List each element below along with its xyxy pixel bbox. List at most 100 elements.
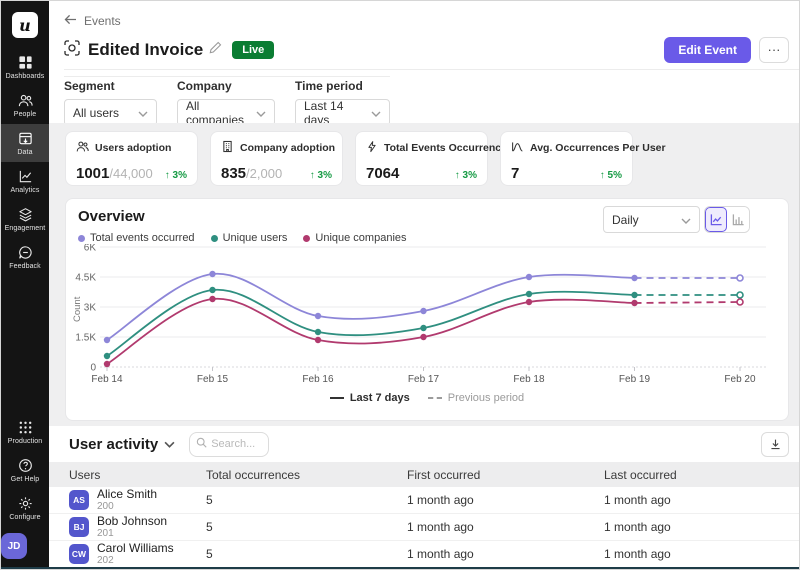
stat-card-label: Total Events Occurrence	[384, 142, 507, 154]
avatar: BJ	[69, 517, 89, 537]
user-name[interactable]: Bob Johnson	[97, 515, 167, 529]
header-divider	[64, 69, 800, 70]
breadcrumb-label[interactable]: Events	[84, 14, 121, 28]
company-filter-label: Company	[177, 79, 275, 93]
period-select[interactable]: Daily	[603, 206, 700, 233]
sidebar-item-label: Get Help	[11, 476, 39, 483]
chevron-down-icon	[246, 106, 266, 120]
breadcrumb[interactable]: Events	[64, 14, 121, 28]
download-button[interactable]	[761, 432, 789, 457]
dots-grid-icon	[18, 420, 33, 435]
stat-card-total: /2,000	[246, 166, 282, 181]
sidebar-item-label: Dashboards	[6, 73, 45, 80]
event-icon	[64, 40, 80, 61]
stat-card-label: Avg. Occurrences Per User	[530, 142, 666, 154]
chevron-down-icon	[128, 106, 148, 120]
stat-card-change: ↑ 3%	[310, 170, 332, 181]
legend-dot	[211, 235, 218, 242]
stat-card-company-adoption: Company adoption 835 /2,000 ↑ 3%	[210, 131, 343, 186]
stat-cards-row: Users adoption 1001 /44,000 ↑ 3% Company…	[65, 131, 633, 186]
column-header-first-occurred[interactable]: First occurred	[407, 468, 604, 482]
app-logo[interactable]: u	[12, 12, 38, 38]
layers-icon	[18, 207, 33, 222]
page-title: Edited Invoice	[88, 40, 203, 60]
svg-text:3K: 3K	[84, 303, 97, 314]
stat-card-value: 1001	[76, 165, 109, 182]
first-occurred-cell: 1 month ago	[407, 547, 604, 561]
legend-last-7-days: Last 7 days	[330, 392, 410, 404]
sidebar-item-analytics[interactable]: Analytics	[1, 162, 49, 200]
sidebar-item-data[interactable]: Data	[1, 124, 49, 162]
user-id: 202	[97, 555, 174, 566]
chart-legend: Total events occurred Unique users Uniqu…	[78, 232, 407, 244]
period-legend: Last 7 days Previous period	[66, 392, 788, 404]
line-chart-icon	[18, 169, 33, 184]
main-content: Users adoption 1001 /44,000 ↑ 3% Company…	[49, 123, 800, 567]
sidebar-item-configure[interactable]: Configure	[1, 489, 49, 527]
line-chart: 01.5K3K4.5K6KFeb 14Feb 15Feb 16Feb 17Feb…	[72, 244, 784, 399]
sidebar-item-label: Engagement	[5, 225, 46, 232]
table-row[interactable]: CW Carol Williams 202 5 1 month ago 1 mo…	[49, 541, 800, 567]
search-box[interactable]	[189, 432, 269, 457]
sidebar-item-label: Production	[8, 438, 42, 445]
svg-text:1.5K: 1.5K	[75, 333, 96, 344]
svg-text:Count: Count	[72, 296, 83, 322]
solid-line-swatch	[330, 397, 344, 399]
user-activity-title[interactable]: User activity	[69, 436, 175, 453]
table-row[interactable]: AS Alice Smith 200 5 1 month ago 1 month…	[49, 487, 800, 514]
first-occurred-cell: 1 month ago	[407, 520, 604, 534]
line-chart-toggle-button[interactable]	[705, 207, 727, 232]
segment-filter-label: Segment	[64, 79, 157, 93]
company-select[interactable]: All companies	[177, 99, 275, 126]
user-activity-header: User activity	[49, 426, 800, 462]
stat-card-value: 7064	[366, 165, 399, 182]
sidebar-item-feedback[interactable]: Feedback	[1, 238, 49, 276]
sidebar-item-people[interactable]: People	[1, 86, 49, 124]
user-id: 200	[97, 501, 157, 512]
sidebar-item-label: Analytics	[11, 187, 40, 194]
filters-bar: Segment All users Company All companies …	[64, 76, 390, 126]
segment-select[interactable]: All users	[64, 99, 157, 126]
svg-text:6K: 6K	[84, 244, 97, 254]
back-arrow-icon[interactable]	[64, 14, 77, 28]
search-input[interactable]	[211, 438, 263, 450]
edit-pencil-icon[interactable]	[209, 41, 222, 59]
stat-card-value: 7	[511, 165, 519, 182]
sidebar-item-get-help[interactable]: Get Help	[1, 451, 49, 489]
legend-item-unique-users: Unique users	[211, 232, 288, 244]
sidebar-item-engagement[interactable]: Engagement	[1, 200, 49, 238]
sidebar-item-production[interactable]: Production	[1, 413, 49, 451]
stat-card-total: /44,000	[109, 166, 152, 181]
column-header-users[interactable]: Users	[69, 468, 206, 482]
sidebar-item-dashboards[interactable]: Dashboards	[1, 48, 49, 86]
more-options-button[interactable]: ···	[759, 37, 789, 63]
last-occurred-cell: 1 month ago	[604, 520, 800, 534]
svg-text:Feb 14: Feb 14	[91, 374, 123, 385]
table-row[interactable]: BJ Bob Johnson 201 5 1 month ago 1 month…	[49, 514, 800, 541]
edit-event-button[interactable]: Edit Event	[664, 37, 751, 63]
chart-type-toggle	[704, 206, 750, 233]
column-header-last-occurred[interactable]: Last occurred	[604, 468, 800, 482]
last-occurred-cell: 1 month ago	[604, 547, 800, 561]
user-activity-section: User activity Users Total occurrences Fi…	[49, 426, 800, 567]
time-period-select[interactable]: Last 14 days	[295, 99, 390, 126]
bar-chart-toggle-button[interactable]	[727, 207, 749, 232]
user-avatar[interactable]: JD	[1, 533, 27, 559]
status-badge: Live	[232, 41, 274, 59]
people-icon	[18, 93, 33, 108]
overview-card: Overview Total events occurred Unique us…	[65, 198, 789, 421]
table-header: Users Total occurrences First occurred L…	[49, 462, 800, 487]
legend-dot	[78, 235, 85, 242]
svg-text:Feb 15: Feb 15	[197, 374, 229, 385]
legend-previous-period: Previous period	[428, 392, 524, 404]
user-name[interactable]: Alice Smith	[97, 488, 157, 502]
lightning-bolt-icon	[366, 140, 378, 156]
user-id: 201	[97, 528, 167, 539]
stat-card-change: ↑ 3%	[165, 170, 187, 181]
avatar: CW	[69, 544, 89, 564]
data-table-icon	[18, 131, 33, 146]
sidebar-item-label: Data	[17, 149, 32, 156]
user-name[interactable]: Carol Williams	[97, 542, 174, 556]
legend-item-total-events: Total events occurred	[78, 232, 195, 244]
column-header-total-occurrences[interactable]: Total occurrences	[206, 468, 407, 482]
